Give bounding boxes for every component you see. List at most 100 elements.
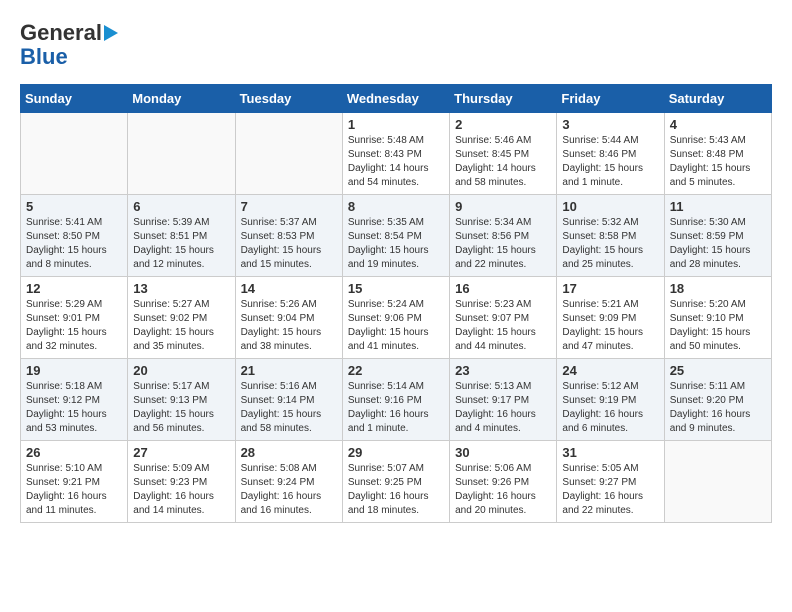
calendar-week-row: 26 Sunrise: 5:10 AM Sunset: 9:21 PM Dayli… — [21, 441, 772, 523]
calendar-day-cell: 30 Sunrise: 5:06 AM Sunset: 9:26 PM Dayli… — [450, 441, 557, 523]
day-number: 1 — [348, 117, 444, 132]
day-number: 4 — [670, 117, 766, 132]
calendar-day-cell: 27 Sunrise: 5:09 AM Sunset: 9:23 PM Dayli… — [128, 441, 235, 523]
day-info: Sunrise: 5:41 AM Sunset: 8:50 PM Dayligh… — [26, 216, 122, 272]
logo-text-general: General — [20, 20, 102, 46]
day-info: Sunrise: 5:05 AM Sunset: 9:27 PM Dayligh… — [562, 462, 658, 518]
day-info: Sunrise: 5:20 AM Sunset: 9:10 PM Dayligh… — [670, 298, 766, 354]
weekday-header-tuesday: Tuesday — [235, 85, 342, 113]
calendar-day-cell: 9Sunrise: 5:34 AM Sunset: 8:56 PM Daylig… — [450, 195, 557, 277]
day-info: Sunrise: 5:10 AM Sunset: 9:21 PM Dayligh… — [26, 462, 122, 518]
day-number: 8 — [348, 199, 444, 214]
calendar-week-row: 12 Sunrise: 5:29 AM Sunset: 9:01 PM Dayli… — [21, 277, 772, 359]
page-header: General Blue — [20, 20, 772, 68]
calendar-day-cell: 5 Sunrise: 5:41 AM Sunset: 8:50 PM Daylig… — [21, 195, 128, 277]
calendar-table: SundayMondayTuesdayWednesdayThursdayFrid… — [20, 84, 772, 523]
day-number: 3 — [562, 117, 658, 132]
calendar-day-cell: 10 Sunrise: 5:32 AM Sunset: 8:58 PM Dayli… — [557, 195, 664, 277]
weekday-header-monday: Monday — [128, 85, 235, 113]
weekday-header-wednesday: Wednesday — [342, 85, 449, 113]
day-info: Sunrise: 5:30 AM Sunset: 8:59 PM Dayligh… — [670, 216, 766, 272]
day-info: Sunrise: 5:46 AM Sunset: 8:45 PM Dayligh… — [455, 134, 551, 190]
day-number: 2 — [455, 117, 551, 132]
calendar-day-cell: 3Sunrise: 5:44 AM Sunset: 8:46 PM Daylig… — [557, 113, 664, 195]
weekday-header-sunday: Sunday — [21, 85, 128, 113]
logo: General Blue — [20, 20, 118, 68]
day-info: Sunrise: 5:24 AM Sunset: 9:06 PM Dayligh… — [348, 298, 444, 354]
day-info: Sunrise: 5:17 AM Sunset: 9:13 PM Dayligh… — [133, 380, 229, 436]
day-info: Sunrise: 5:26 AM Sunset: 9:04 PM Dayligh… — [241, 298, 337, 354]
weekday-header-friday: Friday — [557, 85, 664, 113]
calendar-day-cell: 18Sunrise: 5:20 AM Sunset: 9:10 PM Dayli… — [664, 277, 771, 359]
day-info: Sunrise: 5:14 AM Sunset: 9:16 PM Dayligh… — [348, 380, 444, 436]
calendar-day-cell: 25Sunrise: 5:11 AM Sunset: 9:20 PM Dayli… — [664, 359, 771, 441]
day-info: Sunrise: 5:39 AM Sunset: 8:51 PM Dayligh… — [133, 216, 229, 272]
calendar-day-cell: 14Sunrise: 5:26 AM Sunset: 9:04 PM Dayli… — [235, 277, 342, 359]
day-number: 23 — [455, 363, 551, 378]
calendar-day-cell: 20Sunrise: 5:17 AM Sunset: 9:13 PM Dayli… — [128, 359, 235, 441]
day-number: 12 — [26, 281, 122, 296]
calendar-day-cell: 13 Sunrise: 5:27 AM Sunset: 9:02 PM Dayli… — [128, 277, 235, 359]
day-number: 28 — [241, 445, 337, 460]
calendar-week-row: 1 Sunrise: 5:48 AM Sunset: 8:43 PM Daylig… — [21, 113, 772, 195]
weekday-header-thursday: Thursday — [450, 85, 557, 113]
calendar-day-cell: 1 Sunrise: 5:48 AM Sunset: 8:43 PM Daylig… — [342, 113, 449, 195]
day-number: 30 — [455, 445, 551, 460]
day-info: Sunrise: 5:21 AM Sunset: 9:09 PM Dayligh… — [562, 298, 658, 354]
day-info: Sunrise: 5:34 AM Sunset: 8:56 PM Dayligh… — [455, 216, 551, 272]
calendar-day-cell — [21, 113, 128, 195]
calendar-week-row: 5 Sunrise: 5:41 AM Sunset: 8:50 PM Daylig… — [21, 195, 772, 277]
calendar-day-cell: 24 Sunrise: 5:12 AM Sunset: 9:19 PM Dayli… — [557, 359, 664, 441]
day-number: 10 — [562, 199, 658, 214]
weekday-header-row: SundayMondayTuesdayWednesdayThursdayFrid… — [21, 85, 772, 113]
day-number: 15 — [348, 281, 444, 296]
day-number: 26 — [26, 445, 122, 460]
calendar-day-cell: 2 Sunrise: 5:46 AM Sunset: 8:45 PM Daylig… — [450, 113, 557, 195]
calendar-day-cell — [235, 113, 342, 195]
calendar-day-cell: 11 Sunrise: 5:30 AM Sunset: 8:59 PM Dayli… — [664, 195, 771, 277]
day-info: Sunrise: 5:12 AM Sunset: 9:19 PM Dayligh… — [562, 380, 658, 436]
day-number: 29 — [348, 445, 444, 460]
day-number: 19 — [26, 363, 122, 378]
calendar-day-cell — [664, 441, 771, 523]
calendar-day-cell: 8 Sunrise: 5:35 AM Sunset: 8:54 PM Daylig… — [342, 195, 449, 277]
calendar-day-cell: 16Sunrise: 5:23 AM Sunset: 9:07 PM Dayli… — [450, 277, 557, 359]
day-number: 25 — [670, 363, 766, 378]
calendar-day-cell: 19 Sunrise: 5:18 AM Sunset: 9:12 PM Dayli… — [21, 359, 128, 441]
day-info: Sunrise: 5:37 AM Sunset: 8:53 PM Dayligh… — [241, 216, 337, 272]
calendar-day-cell: 7 Sunrise: 5:37 AM Sunset: 8:53 PM Daylig… — [235, 195, 342, 277]
day-number: 11 — [670, 199, 766, 214]
day-number: 27 — [133, 445, 229, 460]
calendar-day-cell: 23 Sunrise: 5:13 AM Sunset: 9:17 PM Dayli… — [450, 359, 557, 441]
day-number: 31 — [562, 445, 658, 460]
day-info: Sunrise: 5:32 AM Sunset: 8:58 PM Dayligh… — [562, 216, 658, 272]
calendar-day-cell: 26 Sunrise: 5:10 AM Sunset: 9:21 PM Dayli… — [21, 441, 128, 523]
day-info: Sunrise: 5:13 AM Sunset: 9:17 PM Dayligh… — [455, 380, 551, 436]
logo-text-blue: Blue — [20, 46, 68, 68]
day-number: 5 — [26, 199, 122, 214]
day-info: Sunrise: 5:29 AM Sunset: 9:01 PM Dayligh… — [26, 298, 122, 354]
day-info: Sunrise: 5:16 AM Sunset: 9:14 PM Dayligh… — [241, 380, 337, 436]
day-info: Sunrise: 5:07 AM Sunset: 9:25 PM Dayligh… — [348, 462, 444, 518]
calendar-day-cell: 31 Sunrise: 5:05 AM Sunset: 9:27 PM Dayli… — [557, 441, 664, 523]
calendar-day-cell — [128, 113, 235, 195]
day-info: Sunrise: 5:08 AM Sunset: 9:24 PM Dayligh… — [241, 462, 337, 518]
day-info: Sunrise: 5:48 AM Sunset: 8:43 PM Dayligh… — [348, 134, 444, 190]
day-info: Sunrise: 5:43 AM Sunset: 8:48 PM Dayligh… — [670, 134, 766, 190]
day-number: 24 — [562, 363, 658, 378]
day-info: Sunrise: 5:09 AM Sunset: 9:23 PM Dayligh… — [133, 462, 229, 518]
calendar-day-cell: 28 Sunrise: 5:08 AM Sunset: 9:24 PM Dayli… — [235, 441, 342, 523]
day-info: Sunrise: 5:06 AM Sunset: 9:26 PM Dayligh… — [455, 462, 551, 518]
day-info: Sunrise: 5:35 AM Sunset: 8:54 PM Dayligh… — [348, 216, 444, 272]
calendar-day-cell: 12 Sunrise: 5:29 AM Sunset: 9:01 PM Dayli… — [21, 277, 128, 359]
day-number: 21 — [241, 363, 337, 378]
day-info: Sunrise: 5:27 AM Sunset: 9:02 PM Dayligh… — [133, 298, 229, 354]
day-info: Sunrise: 5:23 AM Sunset: 9:07 PM Dayligh… — [455, 298, 551, 354]
logo-arrow-icon — [104, 25, 118, 41]
day-info: Sunrise: 5:18 AM Sunset: 9:12 PM Dayligh… — [26, 380, 122, 436]
day-number: 7 — [241, 199, 337, 214]
calendar-day-cell: 29 Sunrise: 5:07 AM Sunset: 9:25 PM Dayli… — [342, 441, 449, 523]
day-number: 13 — [133, 281, 229, 296]
calendar-day-cell: 6Sunrise: 5:39 AM Sunset: 8:51 PM Daylig… — [128, 195, 235, 277]
day-number: 22 — [348, 363, 444, 378]
